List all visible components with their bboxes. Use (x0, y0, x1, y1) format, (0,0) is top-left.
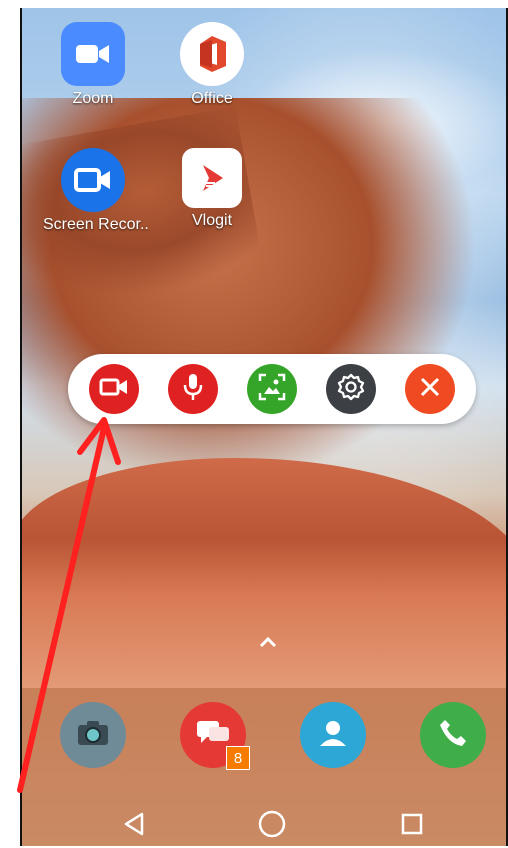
annotation-arrow (17, 417, 121, 793)
phone-frame: Zoom Office Screen Recor.. Vlogit 8 (0, 0, 508, 848)
